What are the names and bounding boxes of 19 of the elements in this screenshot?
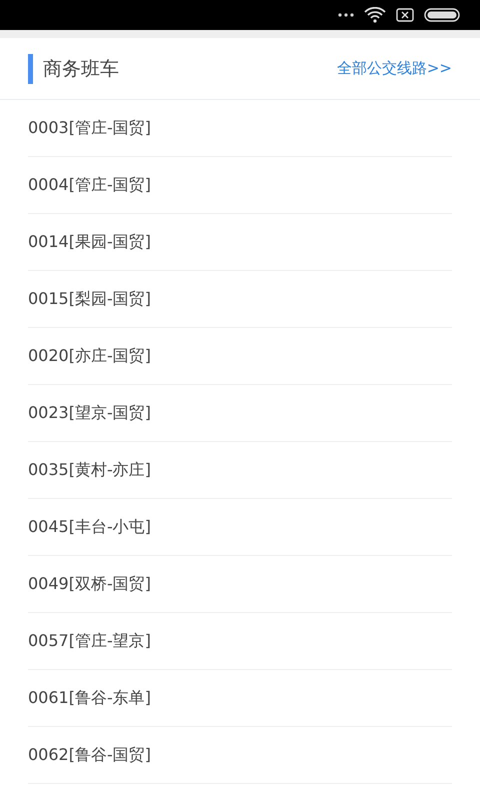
more-icon — [338, 13, 354, 17]
wifi-icon — [364, 7, 386, 23]
route-item[interactable]: 0004[管庄-国贸] — [28, 157, 452, 214]
route-item[interactable]: 0057[管庄-望京] — [28, 613, 452, 670]
route-item[interactable]: 0015[梨园-国贸] — [28, 271, 452, 328]
route-item[interactable]: 0035[黄村-亦庄] — [28, 442, 452, 499]
route-item[interactable]: 0061[鲁谷-东单] — [28, 670, 452, 727]
route-item[interactable]: 0020[亦庄-国贸] — [28, 328, 452, 385]
route-item[interactable]: 0014[果园-国贸] — [28, 214, 452, 271]
route-item[interactable]: 0023[望京-国贸] — [28, 385, 452, 442]
route-item[interactable]: 0045[丰台-小屯] — [28, 499, 452, 556]
all-routes-link[interactable]: 全部公交线路>> — [336, 59, 452, 78]
section-title: 商务班车 — [43, 56, 119, 82]
route-item[interactable]: 0049[双桥-国贸] — [28, 556, 452, 613]
battery-icon — [424, 8, 460, 22]
no-sim-icon — [396, 8, 414, 22]
accent-bar — [28, 54, 33, 84]
route-item[interactable]: 0062[鲁谷-国贸] — [28, 727, 452, 784]
route-item[interactable]: 0003[管庄-国贸] — [28, 100, 452, 157]
